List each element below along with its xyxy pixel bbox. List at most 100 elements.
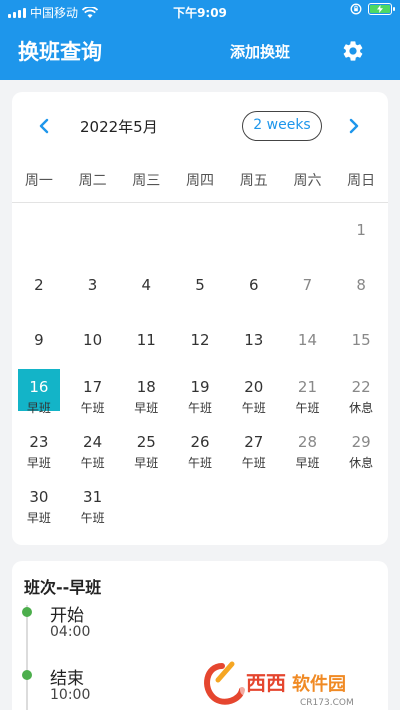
svg-text:软件园: 软件园 [292, 673, 346, 695]
day-cell[interactable]: 30 早班 [12, 478, 66, 533]
empty-day-cell [281, 478, 335, 533]
day-number: 10 [83, 331, 103, 349]
day-cell[interactable]: 22 休息 [334, 368, 388, 423]
empty-day-cell [173, 203, 227, 258]
timeline-line [26, 605, 28, 710]
day-number: 17 [83, 378, 103, 396]
day-cell[interactable]: 4 [119, 258, 173, 313]
empty-day-cell [281, 203, 335, 258]
day-cell[interactable]: 2 [12, 258, 66, 313]
day-number: 28 [297, 433, 317, 451]
day-cell[interactable]: 25 早班 [119, 423, 173, 478]
empty-day-cell [12, 203, 66, 258]
shift-label: 早班 [134, 456, 159, 470]
shift-label: 早班 [134, 401, 159, 415]
event-label: 结束 [50, 669, 84, 689]
gear-icon[interactable] [341, 39, 365, 63]
day-cell[interactable]: 15 [334, 313, 388, 368]
day-cell[interactable]: 14 [281, 313, 335, 368]
shift-detail-title: 班次--早班 [24, 578, 102, 597]
day-number: 6 [248, 276, 259, 294]
day-number: 22 [351, 378, 371, 396]
day-number: 31 [83, 488, 103, 506]
shift-label: 午班 [241, 401, 266, 415]
day-cell[interactable]: 27 午班 [227, 423, 281, 478]
shift-label: 午班 [241, 456, 266, 470]
day-cell[interactable]: 3 [66, 258, 120, 313]
shift-label: 早班 [26, 511, 51, 525]
status-time: 下午9:09 [173, 6, 227, 20]
empty-day-cell [119, 203, 173, 258]
day-number: 12 [190, 331, 210, 349]
page-title: 换班查询 [18, 40, 102, 64]
event-time: 10:00 [50, 687, 91, 703]
shift-label: 早班 [26, 456, 51, 470]
shift-label: 早班 [26, 401, 51, 415]
battery-fill [370, 5, 390, 13]
status-bar: 中国移动 下午9:09 [0, 0, 400, 22]
shift-label: 休息 [349, 401, 374, 415]
day-cell[interactable]: 23 早班 [12, 423, 66, 478]
day-cell[interactable]: 6 [227, 258, 281, 313]
day-cell[interactable]: 8 [334, 258, 388, 313]
charging-bolt-icon [377, 5, 383, 13]
empty-day-cell [66, 203, 120, 258]
shift-label: 休息 [349, 456, 374, 470]
day-cell[interactable]: 31 午班 [66, 478, 120, 533]
day-cell[interactable]: 10 [66, 313, 120, 368]
day-cell[interactable]: 17 午班 [66, 368, 120, 423]
shift-label: 早班 [295, 456, 320, 470]
empty-day-cell [334, 478, 388, 533]
day-number: 8 [356, 276, 366, 294]
add-shift-button[interactable]: 添加换班 [230, 41, 290, 62]
day-number: 9 [34, 331, 44, 349]
weekday-header: 周一 周二 周三 周四 周五 周六 周日 [12, 170, 388, 202]
shift-label: 午班 [188, 456, 213, 470]
calendar-format-button[interactable]: 2 weeks [242, 111, 322, 141]
calendar-grid: 1 2 3 4 5 6 7 8 9 10 11 12 13 14 15 16 早班 17 午班 18 早班 19 午班 20 午… [12, 203, 388, 533]
day-cell[interactable]: 12 [173, 313, 227, 368]
day-number: 15 [351, 331, 371, 349]
day-cell[interactable]: 24 午班 [66, 423, 120, 478]
empty-day-cell [227, 203, 281, 258]
app-bar: 换班查询 添加换班 [0, 22, 400, 80]
svg-text:CR173.COM: CR173.COM [300, 698, 354, 708]
day-cell[interactable]: 29 休息 [334, 423, 388, 478]
day-cell[interactable]: 7 [281, 258, 335, 313]
event-label: 开始 [50, 606, 84, 626]
day-cell[interactable]: 26 午班 [173, 423, 227, 478]
day-number: 30 [29, 488, 49, 506]
day-number: 27 [244, 433, 264, 451]
calendar-week-row: 9 10 11 12 13 14 15 [12, 313, 388, 368]
shift-label: 午班 [80, 456, 105, 470]
calendar-week-row: 23 早班 24 午班 25 早班 26 午班 27 午班 28 早班 29 休息 [12, 423, 388, 478]
calendar-week-row: 2 3 4 5 6 7 8 [12, 258, 388, 313]
day-cell[interactable]: 16 早班 [12, 368, 66, 423]
weekday-label: 周五 [239, 173, 268, 189]
day-cell[interactable]: 11 [119, 313, 173, 368]
day-cell[interactable]: 5 [173, 258, 227, 313]
weekday-label: 周二 [78, 173, 107, 189]
watermark-logo: 西西 软件园 CR173.COM [204, 661, 384, 708]
day-cell[interactable]: 28 早班 [281, 423, 335, 478]
chevron-right-icon[interactable] [346, 116, 362, 136]
timeline-dot [22, 670, 32, 680]
weekday-label: 周六 [293, 173, 322, 189]
day-number: 5 [195, 276, 205, 294]
day-cell[interactable]: 19 午班 [173, 368, 227, 423]
day-cell[interactable]: 21 午班 [281, 368, 335, 423]
day-cell[interactable]: 20 午班 [227, 368, 281, 423]
weekday-label: 周三 [132, 173, 161, 189]
day-cell[interactable]: 9 [12, 313, 66, 368]
chevron-left-icon[interactable] [36, 116, 52, 136]
day-cell[interactable]: 1 [334, 203, 388, 258]
day-cell[interactable]: 18 早班 [119, 368, 173, 423]
day-cell[interactable]: 13 [227, 313, 281, 368]
day-number: 26 [190, 433, 210, 451]
day-number: 7 [302, 276, 313, 294]
day-number: 16 [29, 378, 49, 396]
timeline-dot [22, 607, 32, 617]
empty-day-cell [227, 478, 281, 533]
shift-label: 午班 [188, 401, 213, 415]
calendar-week-row: 16 早班 17 午班 18 早班 19 午班 20 午班 21 午班 22 休息 [12, 368, 388, 423]
